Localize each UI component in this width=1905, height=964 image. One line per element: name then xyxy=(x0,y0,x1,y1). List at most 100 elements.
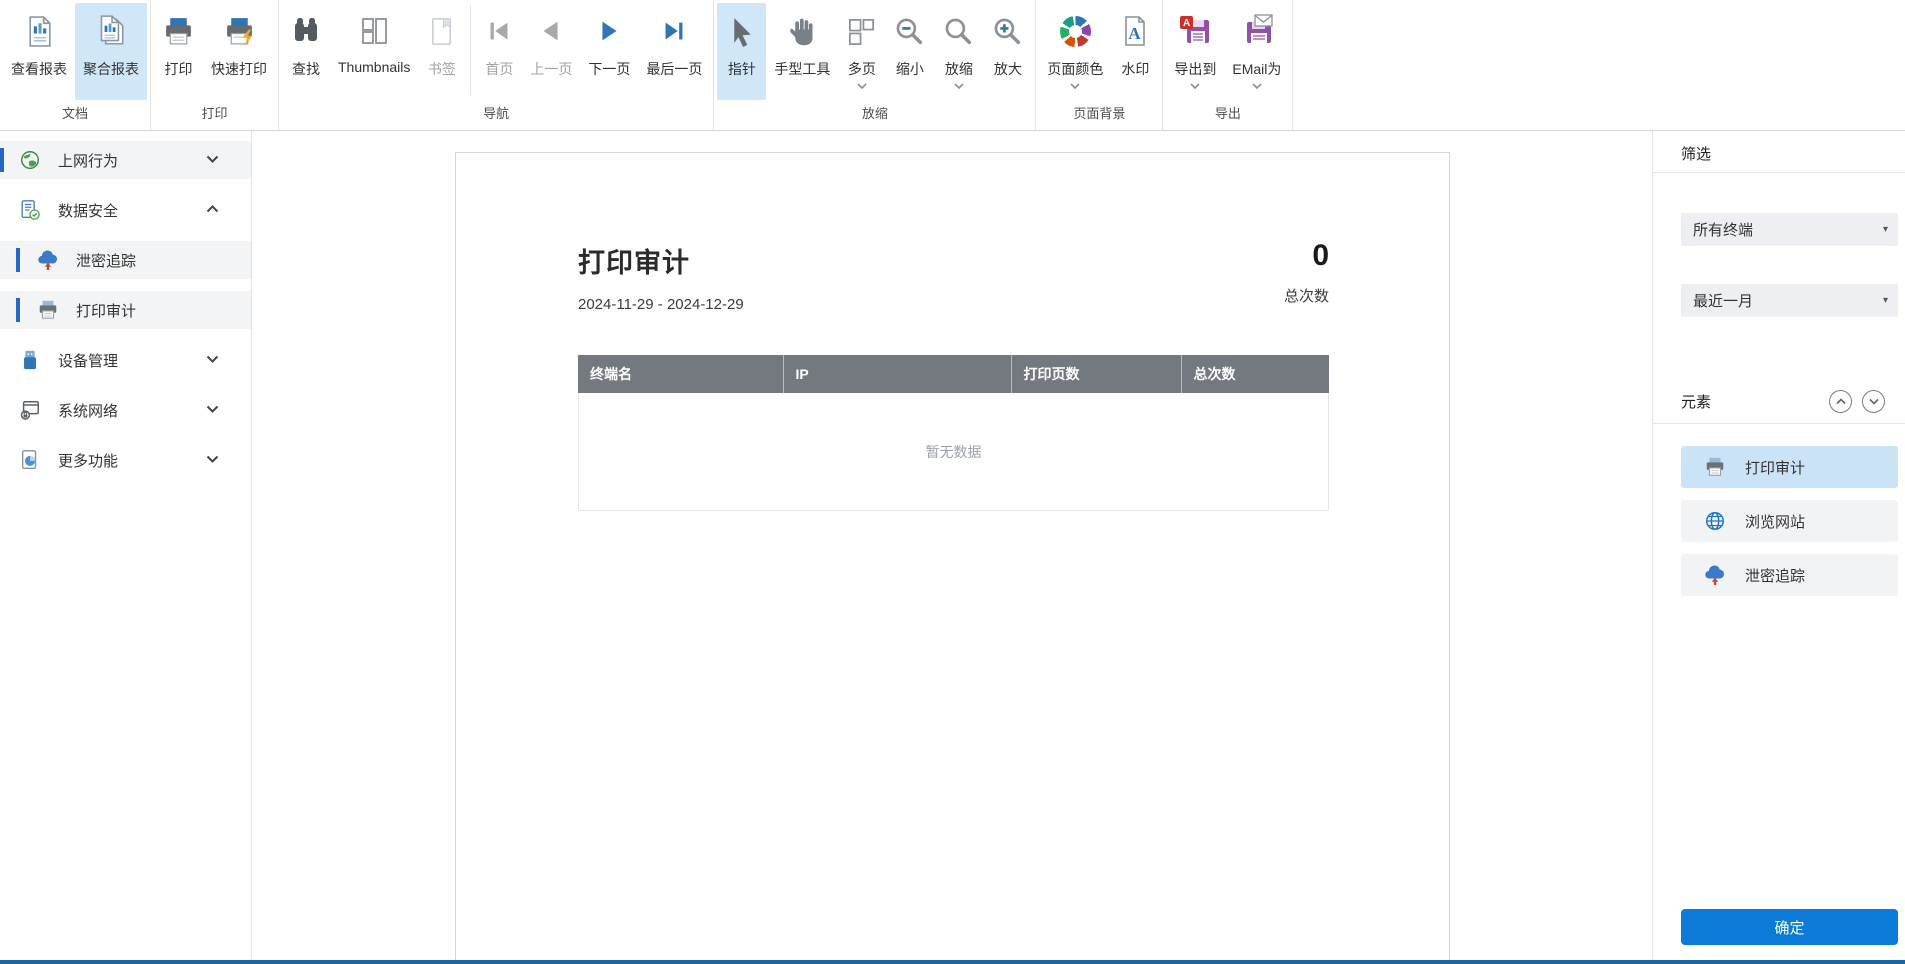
button-label: 最后一页 xyxy=(646,61,703,77)
next-page-button[interactable]: 下一页 xyxy=(580,3,638,100)
button-label: 导出到 xyxy=(1174,61,1217,77)
terminal-filter-select[interactable]: 所有终端 ▾ xyxy=(1681,213,1898,246)
svg-text:A: A xyxy=(1129,24,1142,43)
thumbnails-icon xyxy=(358,8,390,54)
export-to-button[interactable]: A 导出到 xyxy=(1166,3,1224,100)
elements-title: 元素 xyxy=(1681,393,1712,411)
view-report-button[interactable]: 查看报表 xyxy=(3,3,75,100)
element-item-browse-website[interactable]: 浏览网站 xyxy=(1681,500,1898,542)
prev-page-button[interactable]: 上一页 xyxy=(522,3,580,100)
elements-list: 打印审计 浏览网站 泄密追踪 xyxy=(1653,424,1905,596)
email-as-button[interactable]: EMail为 xyxy=(1224,3,1289,100)
table-header-row: 终端名 IP 打印页数 总次数 xyxy=(578,355,1329,393)
zoom-out-button[interactable]: 缩小 xyxy=(885,3,934,100)
element-item-print-audit[interactable]: 打印审计 xyxy=(1681,446,1898,488)
page-color-button[interactable]: 页面颜色 xyxy=(1039,3,1111,100)
cloud-upload-icon xyxy=(36,248,60,272)
multi-page-icon xyxy=(846,8,877,54)
report-document-icon xyxy=(23,8,56,54)
document-shield-icon xyxy=(18,198,42,222)
selection-indicator-bar xyxy=(16,298,20,322)
first-page-icon xyxy=(484,8,514,54)
last-page-button[interactable]: 最后一页 xyxy=(638,3,710,100)
divider xyxy=(1653,172,1905,173)
sidebar-item-data-security[interactable]: 数据安全 xyxy=(0,191,251,229)
sidebar-item-system-network[interactable]: 系统网络 xyxy=(0,391,251,429)
quick-print-button[interactable]: 快速打印 xyxy=(203,3,275,100)
export-to-icon: A xyxy=(1178,8,1212,54)
pointer-cursor-icon xyxy=(725,8,758,54)
button-label: 缩小 xyxy=(895,61,924,77)
sidebar-item-label: 上网行为 xyxy=(58,152,119,170)
time-filter-select[interactable]: 最近一月 ▾ xyxy=(1681,284,1898,317)
left-sidebar: 上网行为 数据安全 泄密追踪 打印审计 设备管理 系统网络 更多功能 xyxy=(0,131,252,960)
bookmark-button[interactable]: 书签 xyxy=(418,3,465,100)
printer-icon xyxy=(36,298,60,322)
find-button[interactable]: 查找 xyxy=(282,3,330,100)
next-page-icon xyxy=(594,8,624,54)
sidebar-item-print-audit[interactable]: 打印审计 xyxy=(0,291,251,329)
chevron-down-icon xyxy=(206,455,219,463)
confirm-button[interactable]: 确定 xyxy=(1681,909,1898,945)
app-window: 查看报表 聚合报表 文档 打印 快速打印 打印 查找 Thumbnails 书签… xyxy=(0,0,1905,964)
zoom-in-icon xyxy=(991,8,1024,54)
chevron-down-icon xyxy=(954,83,964,89)
button-label: 手型工具 xyxy=(774,61,831,77)
caret-down-icon: ▾ xyxy=(1882,295,1888,306)
sidebar-item-internet-behavior[interactable]: 上网行为 xyxy=(0,141,251,179)
quick-print-icon xyxy=(223,8,256,54)
zoom-select-button[interactable]: 放缩 xyxy=(934,3,983,100)
first-page-button[interactable]: 首页 xyxy=(476,3,522,100)
zoom-in-button[interactable]: 放大 xyxy=(983,3,1032,100)
ribbon-group-label: 放缩 xyxy=(861,106,888,121)
watermark-button[interactable]: A 水印 xyxy=(1111,3,1159,100)
thumbnails-button[interactable]: Thumbnails xyxy=(330,3,418,100)
ribbon-group-document: 查看报表 聚合报表 文档 xyxy=(0,0,151,130)
chevron-down-icon xyxy=(857,83,867,89)
aggregate-report-button[interactable]: 聚合报表 xyxy=(75,3,147,100)
sidebar-item-label: 泄密追踪 xyxy=(76,252,137,270)
sidebar-item-label: 设备管理 xyxy=(58,352,119,370)
printer-icon xyxy=(1703,455,1727,479)
aggregate-report-icon xyxy=(94,8,128,54)
zoom-out-icon xyxy=(893,8,926,54)
elements-header: 元素 xyxy=(1653,387,1905,415)
button-label: 聚合报表 xyxy=(83,61,139,77)
ribbon-separator xyxy=(470,5,472,95)
column-header-ip: IP xyxy=(783,355,1012,393)
filter-panel: 筛选 所有终端 ▾ 最近一月 ▾ 元素 打印审计 浏览网站 泄密追踪 确定 xyxy=(1652,131,1905,960)
page-title: 打印审计 xyxy=(578,248,690,278)
ribbon-group-label: 页面背景 xyxy=(1073,106,1126,121)
sidebar-item-more-features[interactable]: 更多功能 xyxy=(0,441,251,479)
ribbon-group-export: A 导出到 EMail为 导出 xyxy=(1163,0,1294,130)
sidebar-item-device-management[interactable]: 设备管理 xyxy=(0,341,251,379)
ribbon-toolbar: 查看报表 聚合报表 文档 打印 快速打印 打印 查找 Thumbnails 书签… xyxy=(0,0,1905,131)
selection-indicator-bar xyxy=(0,148,4,172)
element-item-leak-tracking[interactable]: 泄密追踪 xyxy=(1681,554,1898,596)
element-move-up-button[interactable] xyxy=(1829,389,1852,413)
cloud-upload-icon xyxy=(1703,563,1727,587)
caret-down-icon: ▾ xyxy=(1882,224,1888,235)
page-color-icon xyxy=(1059,8,1091,54)
audit-table: 终端名 IP 打印页数 总次数 xyxy=(578,355,1329,393)
multi-page-button[interactable]: 多页 xyxy=(838,3,885,100)
watermark-icon: A xyxy=(1119,8,1151,54)
svg-text:A: A xyxy=(1183,18,1190,29)
ribbon-group-page-background: 页面颜色 A 水印 页面背景 xyxy=(1036,0,1164,130)
sidebar-item-leak-tracking[interactable]: 泄密追踪 xyxy=(0,241,251,279)
globe-icon xyxy=(18,148,42,172)
hand-tool-button[interactable]: 手型工具 xyxy=(766,3,838,100)
chevron-down-icon xyxy=(206,405,219,413)
last-page-icon xyxy=(659,8,689,54)
element-move-down-button[interactable] xyxy=(1862,389,1885,413)
sidebar-item-label: 打印审计 xyxy=(76,302,137,320)
pointer-button[interactable]: 指针 xyxy=(717,3,767,100)
print-button[interactable]: 打印 xyxy=(154,3,203,100)
ribbon-group-zoom: 指针 手型工具 多页 缩小 放缩 放大 放缩 xyxy=(714,0,1037,130)
previous-page-icon xyxy=(536,8,566,54)
ribbon-group-label: 导出 xyxy=(1214,106,1241,121)
column-header-terminal-name: 终端名 xyxy=(578,355,784,393)
button-label: 快速打印 xyxy=(211,61,267,77)
chevron-up-icon xyxy=(206,205,219,213)
selection-indicator-bar xyxy=(16,248,20,272)
